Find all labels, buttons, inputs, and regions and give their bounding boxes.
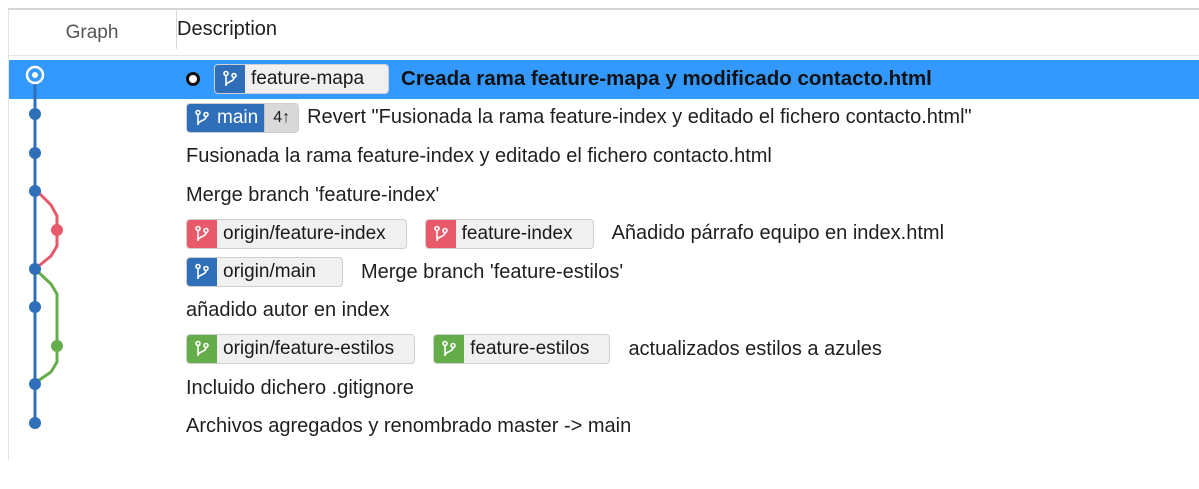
branch-tag-label: feature-estilos	[470, 338, 590, 360]
commit-description: origin/main Merge branch 'feature-estilo…	[186, 253, 623, 292]
branch-icon	[187, 335, 217, 364]
branch-icon	[187, 258, 217, 287]
branch-tag[interactable]: origin/feature-estilos	[186, 334, 416, 365]
branch-tag[interactable]: main 4↑	[186, 102, 300, 133]
commit-node	[29, 301, 41, 313]
ahead-count-badge: 4↑	[264, 103, 299, 132]
commit-node	[29, 263, 41, 275]
commit-message: Archivos agregados y renombrado master -…	[186, 415, 632, 438]
commit-message: Fusionada la rama feature-index y editad…	[186, 144, 772, 167]
branch-tag[interactable]: origin/feature-index	[186, 218, 407, 249]
header-divider	[9, 55, 1199, 56]
commit-message: Merge branch 'feature-estilos'	[360, 260, 624, 283]
commit-row[interactable]: añadido autor en index	[9, 292, 1199, 331]
commit-node	[51, 224, 63, 236]
branch-tag[interactable]: origin/main	[186, 257, 343, 288]
commit-node	[29, 147, 41, 159]
description-column-header[interactable]: Description	[176, 10, 1199, 49]
commit-description: feature-mapa Creada rama feature-mapa y …	[186, 60, 932, 99]
branch-tag[interactable]: feature-index	[424, 218, 594, 249]
commit-row[interactable]: origin/feature-estilos feature-estilos a…	[9, 330, 1199, 369]
commit-node	[29, 108, 41, 120]
commit-description: main 4↑ Revert "Fusionada la rama featur…	[186, 99, 972, 138]
commit-row[interactable]: Incluido dichero .gitignore	[9, 369, 1199, 408]
graph-column-header[interactable]: Graph	[9, 10, 175, 56]
column-header: Graph Description	[9, 10, 1199, 56]
commit-message: Revert "Fusionada la rama feature-index …	[307, 106, 972, 129]
branch-tag[interactable]: feature-mapa	[214, 64, 390, 95]
branch-tag-label: origin/main	[223, 261, 316, 283]
commit-graph	[25, 65, 63, 429]
branch-icon	[187, 219, 217, 248]
commit-message: actualizados estilos a azules	[628, 337, 882, 360]
commit-row[interactable]: origin/main Merge branch 'feature-estilo…	[9, 253, 1199, 292]
branch-tag-label: origin/feature-index	[223, 222, 386, 244]
commit-description: Incluido dichero .gitignore	[186, 369, 414, 408]
commit-description: Merge branch 'feature-index'	[186, 176, 439, 215]
commit-node	[51, 340, 63, 352]
commit-description: Fusionada la rama feature-index y editad…	[186, 137, 772, 176]
head-commit-icon	[186, 72, 200, 87]
commit-node	[29, 378, 41, 390]
commit-list: feature-mapa Creada rama feature-mapa y …	[9, 60, 1199, 446]
branch-icon	[187, 103, 217, 132]
commit-row[interactable]: Fusionada la rama feature-index y editad…	[9, 137, 1199, 176]
branch-tag-label: feature-mapa	[251, 68, 365, 90]
branch-icon	[425, 219, 456, 248]
commit-row[interactable]: origin/feature-index feature-index Añadi…	[9, 214, 1199, 253]
commit-node	[29, 185, 41, 197]
commit-row[interactable]: Merge branch 'feature-index'	[9, 176, 1199, 215]
commit-description: origin/feature-estilos feature-estilos a…	[186, 330, 882, 369]
branch-tag[interactable]: feature-estilos	[433, 334, 611, 365]
branch-tag-label: main	[217, 103, 265, 132]
branch-icon	[434, 335, 465, 364]
commit-row[interactable]: Archivos agregados y renombrado master -…	[9, 407, 1199, 446]
commit-message: Añadido párrafo equipo en index.html	[611, 222, 945, 245]
head-commit-node-center	[32, 72, 38, 78]
commit-description: añadido autor en index	[186, 292, 390, 331]
feature-estilos-branch-line	[33, 267, 59, 385]
commit-description: origin/feature-index feature-index Añadi…	[186, 214, 944, 253]
commit-message: Creada rama feature-mapa y modificado co…	[401, 67, 932, 91]
commit-message: añadido autor en index	[186, 299, 390, 322]
branch-tag-label: feature-index	[461, 222, 573, 244]
commit-message: Merge branch 'feature-index'	[186, 183, 440, 206]
commit-description: Archivos agregados y renombrado master -…	[186, 407, 631, 446]
commit-message: Incluido dichero .gitignore	[186, 376, 414, 399]
branch-icon	[215, 65, 245, 94]
commit-row[interactable]: feature-mapa Creada rama feature-mapa y …	[9, 60, 1199, 99]
branch-tag-label: origin/feature-estilos	[223, 338, 395, 360]
commit-node	[29, 417, 41, 429]
commit-row[interactable]: main 4↑ Revert "Fusionada la rama featur…	[9, 99, 1199, 138]
